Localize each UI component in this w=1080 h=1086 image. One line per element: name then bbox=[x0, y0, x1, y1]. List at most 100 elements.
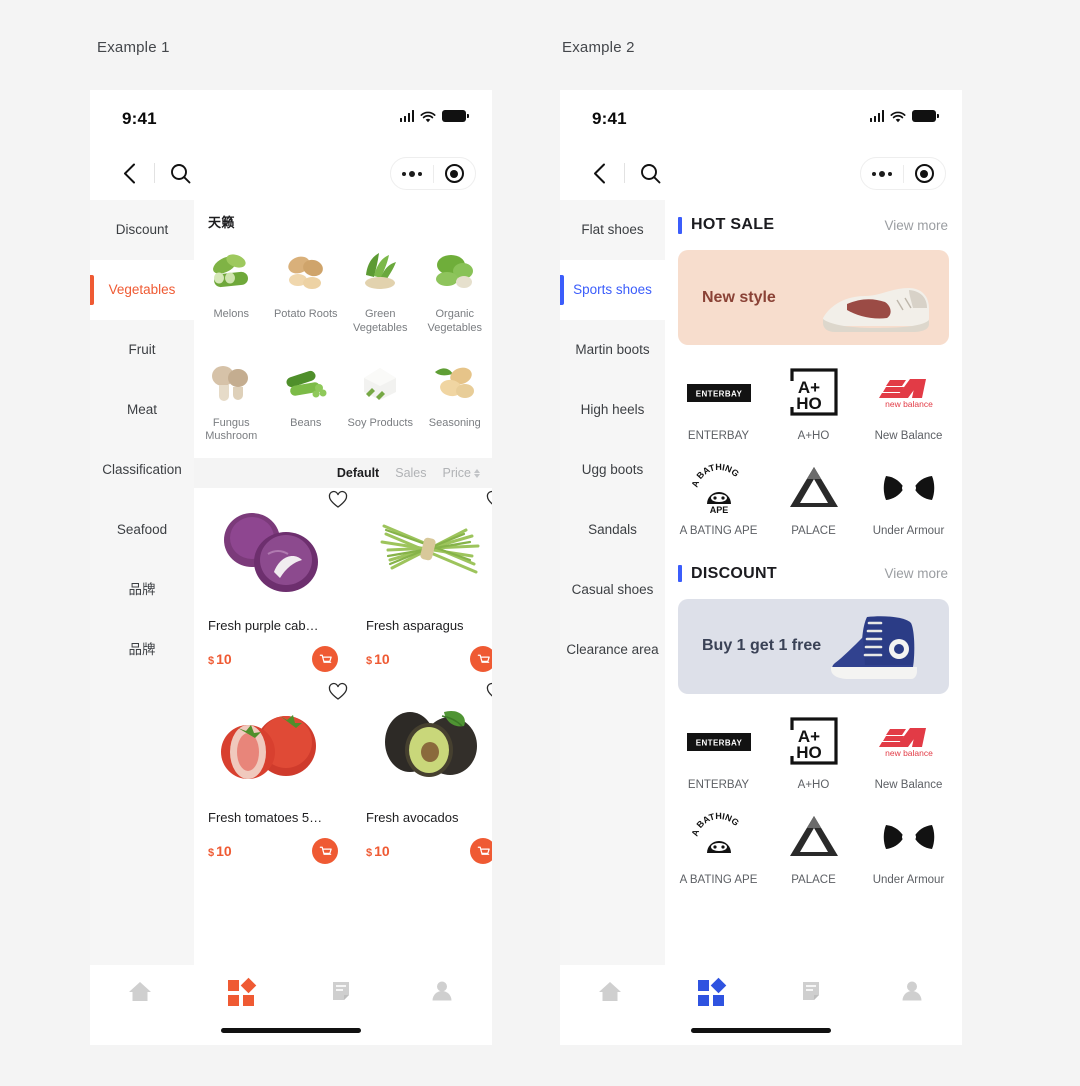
product-price: $10 bbox=[366, 651, 390, 667]
subcategory-item-seasoning[interactable]: Seasoning bbox=[418, 350, 493, 453]
sidebar-item-vegetables[interactable]: Vegetables bbox=[90, 260, 194, 320]
view-more-link[interactable]: View more bbox=[884, 566, 948, 581]
brand-item-under-armour[interactable]: Under Armour bbox=[861, 456, 956, 549]
category-sidebar-example-2[interactable]: Flat shoes Sports shoes Martin boots Hig… bbox=[560, 200, 665, 965]
sort-bar[interactable]: Default Sales Price bbox=[194, 458, 492, 488]
brand-item-new-balance[interactable]: new balance New Balance bbox=[861, 710, 956, 803]
subcategory-item-beans[interactable]: Beans bbox=[269, 350, 344, 453]
search-icon[interactable] bbox=[163, 156, 197, 190]
sidebar-item-sports-shoes[interactable]: Sports shoes bbox=[560, 260, 665, 320]
subcategory-item-organic-vegetables[interactable]: Organic Vegetables bbox=[418, 241, 493, 344]
sidebar-item-clearance-area[interactable]: Clearance area bbox=[560, 620, 665, 680]
heart-outline-icon[interactable] bbox=[486, 682, 492, 702]
promo-banner-discount[interactable]: Buy 1 get 1 free bbox=[678, 598, 949, 694]
running-shoe-photo bbox=[817, 274, 935, 341]
sidebar-item-label: Fruit bbox=[128, 341, 156, 357]
subcategory-item-soy-products[interactable]: Soy Products bbox=[343, 350, 418, 453]
tab-category[interactable] bbox=[661, 965, 762, 1021]
product-card[interactable]: Fresh tomatoes 5… $10 bbox=[194, 680, 352, 872]
section-title: HOT SALE bbox=[691, 216, 775, 233]
screenshot-stage: Example 1 Example 2 9:41 Discount Vegeta… bbox=[0, 0, 1080, 1086]
sort-option-label: Sales bbox=[395, 466, 427, 480]
section-accent-bar bbox=[678, 216, 682, 234]
subcategory-item-melons[interactable]: Melons bbox=[194, 241, 269, 344]
brand-item-a-plus-ho[interactable]: A+ HO A+HO bbox=[766, 710, 861, 803]
tab-home[interactable] bbox=[90, 965, 191, 1021]
sidebar-item-classification[interactable]: Classification bbox=[90, 440, 194, 500]
sidebar-item-ugg-boots[interactable]: Ugg boots bbox=[560, 440, 665, 500]
target-circle-icon[interactable] bbox=[434, 164, 476, 183]
sidebar-item-martin-boots[interactable]: Martin boots bbox=[560, 320, 665, 380]
heart-outline-icon[interactable] bbox=[328, 682, 348, 702]
brand-item-bathing-ape[interactable]: A BATHING APE A BATING APE bbox=[671, 456, 766, 549]
sidebar-item-meat[interactable]: Meat bbox=[90, 380, 194, 440]
more-dots-icon[interactable] bbox=[391, 170, 433, 177]
brand-item-under-armour[interactable]: Under Armour bbox=[861, 805, 956, 898]
tab-orders[interactable] bbox=[291, 965, 392, 1021]
subcategory-item-green-vegetables[interactable]: Green Vegetables bbox=[343, 241, 418, 344]
sidebar-item-fruit[interactable]: Fruit bbox=[90, 320, 194, 380]
price-value: 10 bbox=[216, 651, 232, 667]
tab-home[interactable] bbox=[560, 965, 661, 1021]
nav-divider bbox=[154, 163, 155, 183]
view-more-link[interactable]: View more bbox=[884, 218, 948, 233]
brand-item-new-balance[interactable]: new balance New Balance bbox=[861, 361, 956, 454]
svg-text:A BATHING: A BATHING bbox=[691, 462, 741, 488]
sidebar-item-discount[interactable]: Discount bbox=[90, 200, 194, 260]
subcategory-panel-title: 天籁 bbox=[208, 215, 236, 230]
tab-list bbox=[560, 965, 962, 1021]
add-to-cart-button[interactable] bbox=[470, 838, 492, 864]
product-price: $10 bbox=[366, 843, 390, 859]
example-2-label: Example 2 bbox=[562, 39, 635, 56]
product-card[interactable]: Fresh asparagus $10 bbox=[352, 488, 492, 680]
back-chevron-icon[interactable] bbox=[582, 156, 616, 190]
product-footer: $10 bbox=[208, 838, 338, 864]
heart-outline-icon[interactable] bbox=[486, 490, 492, 510]
product-card[interactable]: Fresh purple cab… $10 bbox=[194, 488, 352, 680]
under-armour-logo bbox=[865, 811, 952, 863]
category-sidebar-example-1[interactable]: Discount Vegetables Fruit Meat Classific… bbox=[90, 200, 194, 965]
back-chevron-icon[interactable] bbox=[112, 156, 146, 190]
sidebar-item-label: Classification bbox=[102, 461, 182, 477]
sidebar-item-sandals[interactable]: Sandals bbox=[560, 500, 665, 560]
brand-item-palace[interactable]: PALACE bbox=[766, 805, 861, 898]
brand-item-enterbay[interactable]: ENTERBAY ENTERBAY bbox=[671, 710, 766, 803]
tab-profile[interactable] bbox=[862, 965, 963, 1021]
subcategory-item-fungus-mushroom[interactable]: Fungus Mushroom bbox=[194, 350, 269, 453]
battery-icon bbox=[442, 110, 469, 122]
more-dots-icon[interactable] bbox=[861, 170, 903, 177]
target-circle-icon[interactable] bbox=[904, 164, 946, 183]
promo-banner-hot-sale[interactable]: New style bbox=[678, 250, 949, 345]
sidebar-item-label: Sandals bbox=[588, 521, 637, 537]
tab-profile[interactable] bbox=[392, 965, 493, 1021]
search-icon[interactable] bbox=[633, 156, 667, 190]
sort-option-sales[interactable]: Sales bbox=[395, 466, 426, 480]
brand-item-a-plus-ho[interactable]: A+ HO A+HO bbox=[766, 361, 861, 454]
tab-category[interactable] bbox=[191, 965, 292, 1021]
brand-item-palace[interactable]: PALACE PALACE bbox=[766, 456, 861, 549]
add-to-cart-button[interactable] bbox=[312, 646, 338, 672]
sidebar-item-flat-shoes[interactable]: Flat shoes bbox=[560, 200, 665, 260]
sidebar-item-brand-2[interactable]: 品牌 bbox=[90, 620, 194, 680]
brand-item-enterbay[interactable]: ENTERBAY ENTERBAY bbox=[671, 361, 766, 454]
sort-option-price[interactable]: Price bbox=[443, 466, 480, 480]
sidebar-item-seafood[interactable]: Seafood bbox=[90, 500, 194, 560]
profile-person-icon bbox=[430, 979, 454, 1008]
sidebar-item-high-heels[interactable]: High heels bbox=[560, 380, 665, 440]
brand-name: A BATING APE bbox=[679, 524, 758, 537]
bottom-tab-bar-example-1 bbox=[90, 965, 492, 1045]
product-card[interactable]: Fresh avocados $10 bbox=[352, 680, 492, 872]
add-to-cart-button[interactable] bbox=[312, 838, 338, 864]
add-to-cart-button[interactable] bbox=[470, 646, 492, 672]
sidebar-item-casual-shoes[interactable]: Casual shoes bbox=[560, 560, 665, 620]
sidebar-item-label: High heels bbox=[580, 401, 645, 417]
tab-orders[interactable] bbox=[761, 965, 862, 1021]
brand-item-bathing-ape[interactable]: A BATHING A BATING APE bbox=[671, 805, 766, 898]
subcategory-item-potato-roots[interactable]: Potato Roots bbox=[269, 241, 344, 344]
sort-option-default[interactable]: Default bbox=[337, 466, 379, 480]
heart-outline-icon[interactable] bbox=[328, 490, 348, 510]
order-list-icon bbox=[329, 979, 353, 1008]
tab-list bbox=[90, 965, 492, 1021]
svg-text:HO: HO bbox=[796, 394, 822, 413]
sidebar-item-brand-1[interactable]: 品牌 bbox=[90, 560, 194, 620]
